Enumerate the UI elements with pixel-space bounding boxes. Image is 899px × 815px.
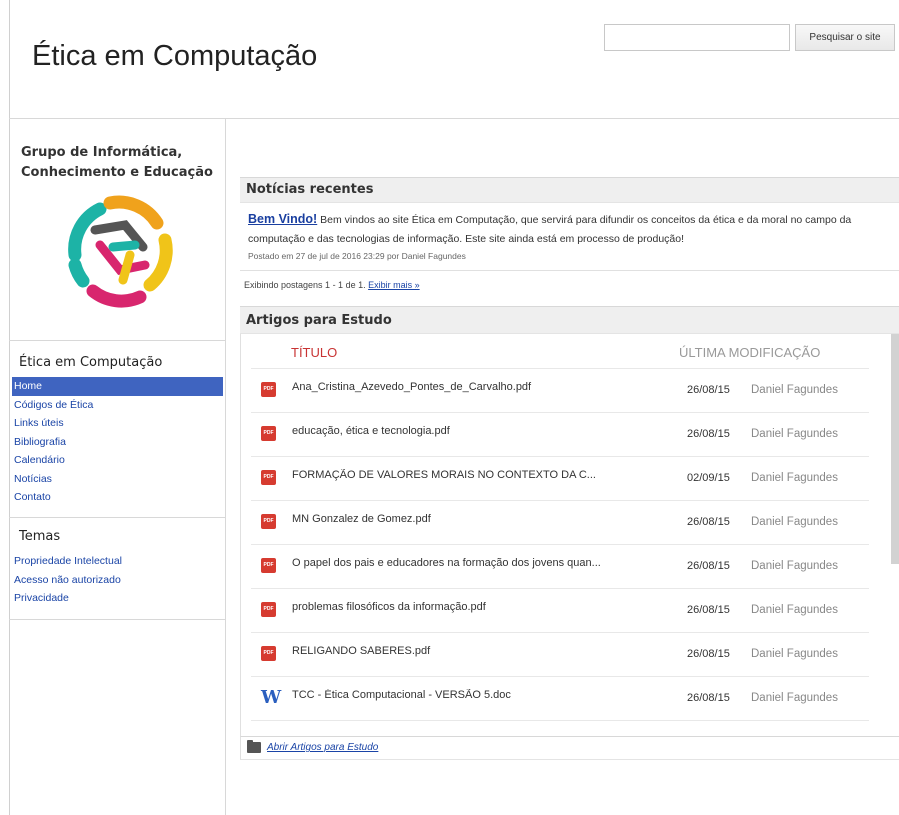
nav-item-bibliografia[interactable]: Bibliografia: [12, 433, 223, 452]
file-name[interactable]: Ana_Cristina_Azevedo_Pontes_de_Carvalho.…: [292, 381, 647, 393]
articles-header: Artigos para Estudo: [240, 306, 899, 334]
file-row[interactable]: PDF Ana_Cristina_Azevedo_Pontes_de_Carva…: [251, 368, 869, 412]
posts-count-text: Exibindo postagens 1 - 1 de 1.: [244, 280, 366, 290]
file-date: 26/08/15: [687, 604, 730, 616]
sidebar-divider: [9, 619, 226, 620]
news-item-title[interactable]: Bem Vindo!: [248, 212, 317, 226]
show-more-link[interactable]: Exibir mais »: [368, 280, 420, 290]
folder-row: Abrir Artigos para Estudo: [240, 736, 899, 760]
file-date: 26/08/15: [687, 560, 730, 572]
nav-list: Home Códigos de Ética Links úteis Biblio…: [12, 377, 223, 507]
search-button[interactable]: Pesquisar o site: [795, 24, 895, 51]
file-user: Daniel Fagundes: [751, 604, 838, 616]
scrollbar[interactable]: [891, 334, 899, 564]
themes-heading: Temas: [19, 529, 61, 544]
pdf-icon: PDF: [261, 646, 276, 661]
group-name: Grupo de Informática, Conhecimento e Edu…: [21, 145, 213, 180]
nav-item-codigos-de-etica[interactable]: Códigos de Ética: [12, 396, 223, 415]
sidebar: Grupo de Informática, Conhecimento e Edu…: [9, 119, 226, 815]
theme-item-privacidade[interactable]: Privacidade: [12, 589, 223, 608]
file-date: 26/08/15: [687, 516, 730, 528]
file-row[interactable]: PDF problemas filosóficos da informação.…: [251, 588, 869, 632]
nav-item-links-uteis[interactable]: Links úteis: [12, 414, 223, 433]
file-row-divider: [251, 720, 869, 736]
sidebar-divider: [9, 340, 226, 341]
file-user: Daniel Fagundes: [751, 692, 838, 704]
file-row[interactable]: PDF RELIGANDO SABERES.pdf 26/08/15 Danie…: [251, 632, 869, 676]
theme-item-propriedade-intelectual[interactable]: Propriedade Intelectual: [12, 552, 223, 571]
file-name[interactable]: educação, ética e tecnologia.pdf: [292, 425, 647, 437]
pdf-icon: PDF: [261, 382, 276, 397]
news-item: Bem Vindo! Bem vindos ao site Ética em C…: [248, 210, 896, 249]
file-name[interactable]: TCC - Ética Computacional - VERSÃO 5.doc: [292, 689, 647, 701]
file-date: 26/08/15: [687, 384, 730, 396]
file-row[interactable]: W TCC - Ética Computacional - VERSÃO 5.d…: [251, 676, 869, 720]
file-user: Daniel Fagundes: [751, 516, 838, 528]
pdf-icon: PDF: [261, 602, 276, 617]
file-user: Daniel Fagundes: [751, 472, 838, 484]
file-row[interactable]: PDF FORMAÇÃO DE VALORES MORAIS NO CONTEX…: [251, 456, 869, 500]
file-date: 26/08/15: [687, 648, 730, 660]
posts-count: Exibindo postagens 1 - 1 de 1. Exibir ma…: [244, 280, 420, 290]
file-row[interactable]: PDF educação, ética e tecnologia.pdf 26/…: [251, 412, 869, 456]
news-item-text: Bem vindos ao site Ética em Computação, …: [248, 214, 852, 245]
sidebar-divider: [9, 517, 226, 518]
file-name[interactable]: FORMAÇÃO DE VALORES MORAIS NO CONTEXTO D…: [292, 469, 647, 481]
pdf-icon: PDF: [261, 426, 276, 441]
open-folder-link[interactable]: Abrir Artigos para Estudo: [267, 742, 378, 753]
file-date: 02/09/15: [687, 472, 730, 484]
news-divider: [240, 270, 899, 271]
folder-icon: [247, 740, 261, 753]
news-item-meta: Postado em 27 de jul de 2016 23:29 por D…: [248, 251, 466, 261]
themes-list: Propriedade Intelectual Acesso não autor…: [12, 552, 223, 608]
site-title[interactable]: Ética em Computação: [32, 40, 317, 73]
file-user: Daniel Fagundes: [751, 428, 838, 440]
file-row[interactable]: PDF MN Gonzalez de Gomez.pdf 26/08/15 Da…: [251, 500, 869, 544]
theme-item-acesso-nao-autorizado[interactable]: Acesso não autorizado: [12, 571, 223, 590]
file-name[interactable]: problemas filosóficos da informação.pdf: [292, 601, 647, 613]
file-name[interactable]: RELIGANDO SABERES.pdf: [292, 645, 647, 657]
file-name[interactable]: O papel dos pais e educadores na formaçã…: [292, 557, 647, 569]
file-date: 26/08/15: [687, 428, 730, 440]
file-list: TÍTULO ÚLTIMA MODIFICAÇÃO PDF Ana_Cristi…: [240, 334, 899, 736]
pdf-icon: PDF: [261, 514, 276, 529]
word-doc-icon: W: [261, 687, 282, 708]
group-logo: [68, 195, 173, 308]
file-user: Daniel Fagundes: [751, 648, 838, 660]
nav-item-contato[interactable]: Contato: [12, 488, 223, 507]
column-header-title[interactable]: TÍTULO: [291, 345, 337, 360]
nav-item-home[interactable]: Home: [12, 377, 223, 396]
file-user: Daniel Fagundes: [751, 384, 838, 396]
nav-item-calendario[interactable]: Calendário: [12, 451, 223, 470]
file-row[interactable]: PDF O papel dos pais e educadores na for…: [251, 544, 869, 588]
file-user: Daniel Fagundes: [751, 560, 838, 572]
nav-item-noticias[interactable]: Notícias: [12, 470, 223, 489]
news-header: Notícias recentes: [240, 177, 899, 203]
search-input[interactable]: [604, 24, 790, 51]
column-header-modified[interactable]: ÚLTIMA MODIFICAÇÃO: [679, 345, 820, 360]
file-name[interactable]: MN Gonzalez de Gomez.pdf: [292, 513, 647, 525]
file-date: 26/08/15: [687, 692, 730, 704]
pdf-icon: PDF: [261, 558, 276, 573]
pdf-icon: PDF: [261, 470, 276, 485]
nav-heading: Ética em Computação: [19, 355, 163, 370]
